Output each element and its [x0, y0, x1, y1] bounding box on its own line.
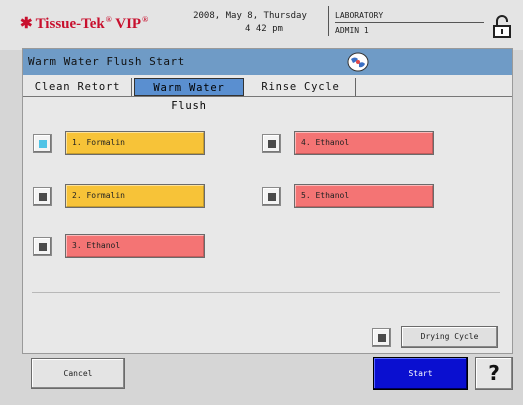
unlock-icon[interactable]: [491, 15, 513, 39]
page-title: Warm Water Flush Start: [28, 55, 185, 68]
help-button[interactable]: ?: [475, 357, 513, 390]
cancel-button[interactable]: Cancel: [31, 358, 125, 389]
start-button[interactable]: Start: [373, 357, 468, 390]
brand-registered-mark: ®: [105, 15, 112, 24]
station-5-checkbox[interactable]: [262, 187, 281, 206]
section-divider: [32, 292, 500, 293]
station-2-checkbox[interactable]: [33, 187, 52, 206]
tab-warm-water-flush[interactable]: Warm Water Flush: [134, 78, 244, 112]
brand-logo: ✱ Tissue-Tek® VIP®: [20, 15, 149, 32]
drying-cycle-button[interactable]: Drying Cycle: [401, 326, 498, 348]
time-text: 4 42 pm: [245, 24, 283, 34]
globe-icon: [346, 51, 370, 73]
station-4-button[interactable]: 4. Ethanol: [294, 131, 434, 155]
station-3-button[interactable]: 3. Ethanol: [65, 234, 205, 258]
station-5-button[interactable]: 5. Ethanol: [294, 184, 434, 208]
tab-rinse-cycle[interactable]: Rinse Cycle: [246, 78, 356, 96]
date-text: 2008, May 8, Thursday: [193, 11, 307, 21]
tab-clean-retort[interactable]: Clean Retort: [24, 78, 132, 96]
station-2-button[interactable]: 2. Formalin: [65, 184, 205, 208]
station-1-checkbox[interactable]: [33, 134, 52, 153]
station-4-checkbox[interactable]: [262, 134, 281, 153]
date-time-display: 2008, May 8, Thursday 4 42 pm: [180, 10, 320, 36]
brand-suffix: VIP: [115, 16, 142, 32]
tissue-tek-star-icon: ✱: [20, 16, 33, 32]
drying-cycle-checkbox[interactable]: [372, 328, 391, 347]
user-label: ADMIN 1: [335, 26, 369, 35]
location-label: LABORATORY: [335, 11, 384, 20]
user-location-box: LABORATORY ADMIN 1: [328, 6, 484, 36]
brand-name: Tissue-Tek: [35, 16, 105, 32]
tab-divider: [23, 96, 512, 97]
station-1-button[interactable]: 1. Formalin: [65, 131, 205, 155]
station-3-checkbox[interactable]: [33, 237, 52, 256]
